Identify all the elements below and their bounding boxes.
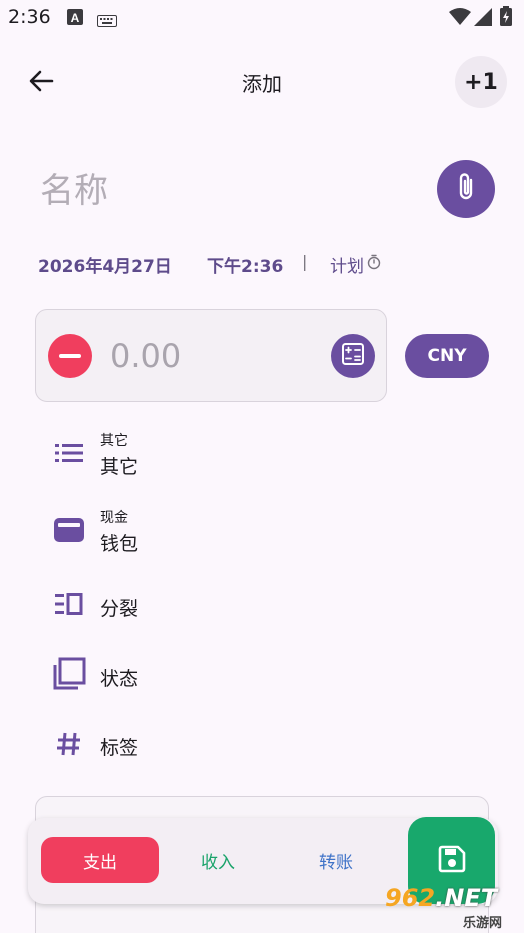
account-value: 钱包 bbox=[100, 533, 139, 555]
watermark-suffix: .NET bbox=[435, 884, 498, 912]
signal-icon bbox=[474, 8, 492, 30]
save-icon bbox=[438, 845, 466, 877]
split-icon bbox=[52, 587, 86, 621]
tags-item[interactable]: 标签 bbox=[40, 714, 480, 774]
currency-button[interactable]: CNY bbox=[405, 334, 489, 378]
status-copy-icon bbox=[52, 657, 86, 691]
transfer-tab[interactable]: 转账 bbox=[286, 837, 386, 883]
watermark-text: 乐游网 bbox=[463, 916, 503, 931]
category-value: 其它 bbox=[100, 456, 139, 478]
category-item[interactable]: 其它 其它 bbox=[40, 428, 480, 488]
account-small-label: 现金 bbox=[100, 510, 128, 526]
paperclip-icon bbox=[454, 171, 478, 207]
attach-button[interactable] bbox=[437, 160, 495, 218]
status-label: 状态 bbox=[100, 668, 139, 690]
plan-label: 计划 bbox=[330, 257, 364, 277]
row-separator: | bbox=[302, 252, 308, 271]
split-label: 分裂 bbox=[100, 598, 139, 620]
keyboard-icon bbox=[97, 12, 117, 31]
income-tab[interactable]: 收入 bbox=[168, 837, 268, 883]
watermark-number: 962 bbox=[385, 884, 436, 912]
tags-label: 标签 bbox=[100, 737, 139, 759]
wallet-icon bbox=[52, 513, 86, 547]
amount-input[interactable] bbox=[110, 333, 320, 379]
sign-toggle-button[interactable] bbox=[48, 334, 92, 378]
split-item[interactable]: 分裂 bbox=[40, 574, 480, 634]
page-title: 添加 bbox=[242, 72, 282, 96]
status-time: 2:36 bbox=[8, 6, 51, 28]
list-icon bbox=[52, 436, 86, 470]
svg-text:A: A bbox=[71, 11, 80, 25]
a-icon: A bbox=[67, 9, 83, 29]
add-another-button[interactable]: +1 bbox=[455, 56, 507, 108]
wifi-icon bbox=[449, 8, 471, 30]
battery-charging-icon bbox=[500, 6, 512, 30]
timer-icon bbox=[367, 254, 381, 275]
expense-tab[interactable]: 支出 bbox=[41, 837, 159, 883]
hash-icon bbox=[52, 727, 86, 761]
site-watermark: 962.NET 乐游网 bbox=[385, 884, 521, 931]
status-item[interactable]: 状态 bbox=[40, 645, 480, 705]
account-item[interactable]: 现金 钱包 bbox=[40, 505, 480, 565]
name-input[interactable] bbox=[40, 166, 420, 216]
date-button[interactable]: 2026年4月27日 bbox=[38, 252, 172, 277]
time-button[interactable]: 下午2:36 bbox=[207, 252, 283, 277]
minus-icon bbox=[59, 354, 81, 358]
category-small-label: 其它 bbox=[100, 433, 128, 449]
calculator-button[interactable] bbox=[331, 334, 375, 378]
plan-button[interactable]: 计划 bbox=[330, 252, 381, 277]
calculator-icon bbox=[342, 343, 364, 369]
